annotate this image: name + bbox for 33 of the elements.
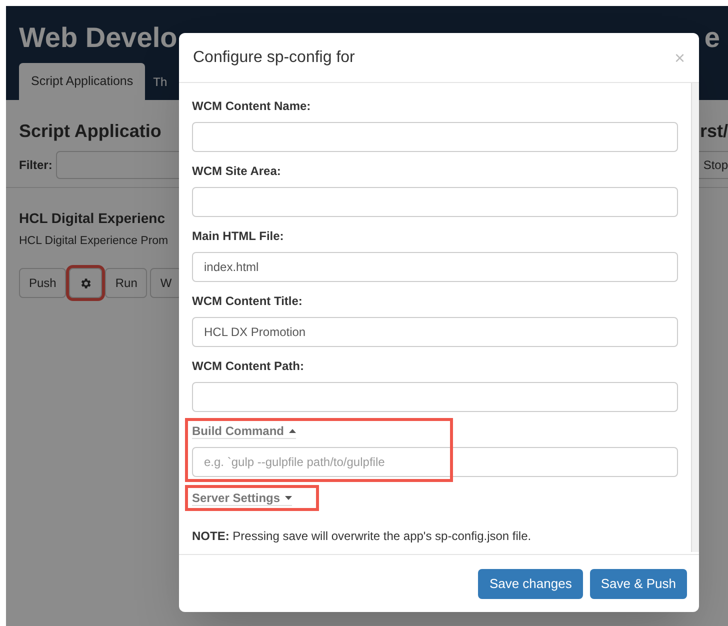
section-toggle[interactable]: Build Command <box>192 424 296 439</box>
app-action-button[interactable]: W <box>150 268 182 298</box>
page-heading: Script Applicatio <box>19 120 162 143</box>
text-field[interactable] <box>192 382 678 412</box>
field-label: WCM Content Path: <box>192 359 305 373</box>
caret-up-icon <box>289 429 296 433</box>
text-field[interactable]: e.g. `gulp --gulpfile path/to/gulpfile <box>192 447 678 477</box>
field-label: WCM Content Name: <box>192 99 312 113</box>
settings-button[interactable] <box>69 268 102 298</box>
app-title: HCL Digital Experienc <box>19 209 166 228</box>
primary-button[interactable]: Save changes <box>478 568 583 598</box>
gear-icon <box>79 276 92 290</box>
section-toggle[interactable]: Server Settings <box>192 491 292 506</box>
app-action-button[interactable]: Push <box>19 268 66 298</box>
modal-title: Configure sp-config for <box>193 48 355 68</box>
filter-label: Filter: <box>19 157 52 174</box>
text-field[interactable] <box>192 122 678 152</box>
text-field[interactable]: index.html <box>192 252 678 282</box>
primary-button[interactable]: Save & Push <box>590 568 687 598</box>
tab[interactable]: Th <box>147 63 174 100</box>
field-label: WCM Content Title: <box>192 294 304 308</box>
text-field[interactable]: HCL DX Promotion <box>192 317 678 347</box>
app-description: HCL Digital Experience Prom <box>19 234 168 249</box>
text-field[interactable] <box>192 187 678 217</box>
header-title: Web Develo <box>19 24 178 52</box>
note-text: NOTE: Pressing save will overwrite the app's sp-config.json file. <box>192 529 532 543</box>
header-title: e <box>704 24 721 52</box>
app-action-button[interactable]: Run <box>105 268 148 298</box>
field-label: WCM Site Area: <box>192 164 282 178</box>
caret-down-icon <box>285 496 292 500</box>
tab[interactable]: Script Applications <box>19 63 146 100</box>
page-heading: rst/ <box>700 120 728 143</box>
field-label: Main HTML File: <box>192 229 285 243</box>
